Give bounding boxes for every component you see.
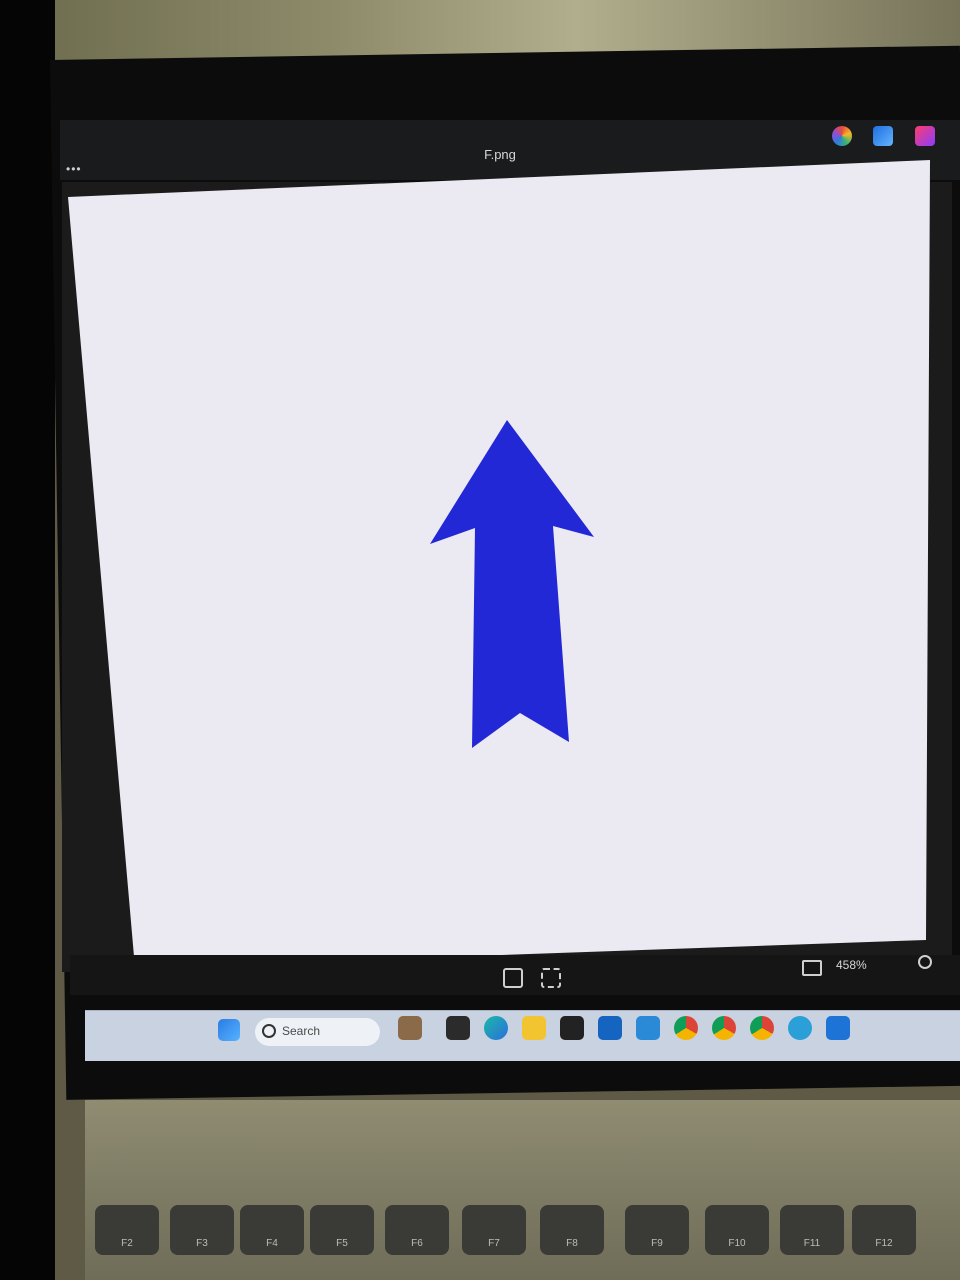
outlook-icon[interactable] <box>598 1016 622 1040</box>
start-icon[interactable] <box>218 1019 240 1041</box>
key-label: F8 <box>566 1238 578 1249</box>
photo-scene: ••• F.png 458% Search F2 F3 F4 F5 F6 F7 … <box>0 0 960 1280</box>
key-f6: F6 <box>385 1205 449 1255</box>
key-f5: F5 <box>310 1205 374 1255</box>
edge-icon[interactable] <box>484 1016 508 1040</box>
zoom-level[interactable]: 458% <box>836 958 867 972</box>
key-f3: F3 <box>170 1205 234 1255</box>
key-label: F3 <box>196 1238 208 1249</box>
key-f7: F7 <box>462 1205 526 1255</box>
key-f10: F10 <box>705 1205 769 1255</box>
key-label: F5 <box>336 1238 348 1249</box>
widgets-icon[interactable] <box>398 1016 422 1040</box>
key-label: F12 <box>875 1238 893 1249</box>
zoom-out-icon[interactable] <box>918 955 932 969</box>
chrome-profile-icon[interactable] <box>712 1016 736 1040</box>
key-label: F6 <box>411 1238 423 1249</box>
chrome-profile-2-icon[interactable] <box>750 1016 774 1040</box>
key-label: F2 <box>121 1238 133 1249</box>
key-f8: F8 <box>540 1205 604 1255</box>
chrome-icon[interactable] <box>674 1016 698 1040</box>
key-label: F4 <box>266 1238 278 1249</box>
terminal-icon[interactable] <box>560 1016 584 1040</box>
key-label: F10 <box>728 1238 746 1249</box>
vscode-icon[interactable] <box>636 1016 660 1040</box>
key-label: F7 <box>488 1238 500 1249</box>
visual-search-icon[interactable] <box>541 968 561 988</box>
task-view-icon[interactable] <box>446 1016 470 1040</box>
key-f9: F9 <box>625 1205 689 1255</box>
image-preview <box>68 160 930 968</box>
search-placeholder: Search <box>282 1024 321 1038</box>
key-f12: F12 <box>852 1205 916 1255</box>
fit-to-window-icon[interactable] <box>503 968 523 988</box>
key-f4: F4 <box>240 1205 304 1255</box>
photos-icon[interactable] <box>826 1016 850 1040</box>
telegram-icon[interactable] <box>788 1016 812 1040</box>
key-label: F11 <box>803 1238 821 1249</box>
search-icon <box>262 1024 276 1038</box>
actual-size-icon[interactable] <box>802 960 822 976</box>
key-f2: F2 <box>95 1205 159 1255</box>
key-label: F9 <box>651 1238 663 1249</box>
file-explorer-icon[interactable] <box>522 1016 546 1040</box>
key-f11: F11 <box>780 1205 844 1255</box>
